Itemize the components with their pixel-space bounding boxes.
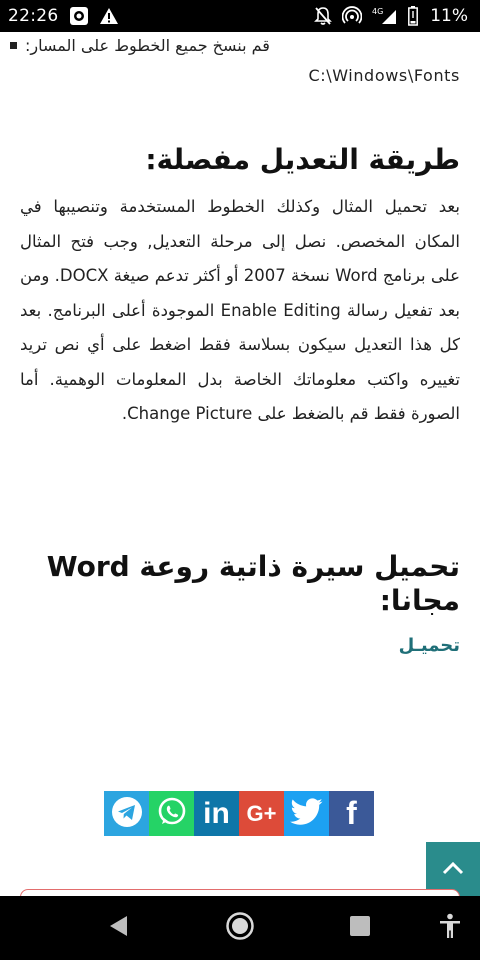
share-buttons: in G+ f: [104, 791, 374, 836]
chevron-up-icon: [442, 860, 464, 879]
bullet-icon: [10, 42, 17, 49]
bullet-text: قم بنسخ جميع الخطوط على المسار:: [25, 36, 270, 55]
recents-button[interactable]: [344, 912, 376, 944]
section-heading-editing: طريقة التعديل مفصلة:: [145, 143, 460, 176]
battery-percentage: 11%: [430, 6, 468, 26]
home-icon: [225, 911, 255, 945]
back-icon: [107, 914, 129, 942]
share-whatsapp-button[interactable]: [149, 791, 194, 836]
linkedin-icon: in: [203, 796, 230, 830]
section-heading-download: تحميل سيرة ذاتية روعة Word مجانا:: [46, 550, 460, 617]
status-bar-left: 22:26: [8, 6, 119, 26]
share-linkedin-button[interactable]: in: [194, 791, 239, 836]
mute-icon: [314, 6, 333, 26]
google-plus-icon: G+: [246, 800, 277, 826]
status-bar-right: 4G 11%: [314, 6, 468, 26]
font-path: C:\Windows\Fonts: [308, 66, 460, 85]
twitter-icon: [289, 797, 324, 831]
list-item: قم بنسخ جميع الخطوط على المسار:: [10, 34, 460, 58]
share-google-plus-button[interactable]: G+: [239, 791, 284, 836]
warning-icon: [99, 7, 119, 25]
whatsapp-icon: [155, 795, 189, 833]
accessibility-button[interactable]: [434, 912, 466, 944]
battery-icon: [408, 6, 419, 26]
screen-record-icon: [69, 6, 89, 26]
share-facebook-button[interactable]: f: [329, 791, 374, 836]
status-bar: 22:26 4G 11%: [0, 0, 480, 32]
navigation-bar: [0, 896, 480, 960]
hotspot-icon: [342, 6, 363, 26]
section-body-editing: بعد تحميل المثال وكذلك الخطوط المستخدمة …: [20, 197, 460, 423]
clock: 22:26: [8, 6, 59, 26]
partial-content-box: [20, 889, 460, 896]
facebook-icon: f: [346, 795, 357, 831]
share-telegram-button[interactable]: [104, 791, 149, 836]
scroll-to-top-button[interactable]: [426, 842, 480, 896]
share-twitter-button[interactable]: [284, 791, 329, 836]
accessibility-icon: [438, 913, 462, 943]
network-type-label: 4G: [372, 7, 383, 16]
recents-icon: [349, 915, 371, 941]
back-button[interactable]: [102, 912, 134, 944]
home-button[interactable]: [224, 912, 256, 944]
telegram-icon: [110, 795, 144, 833]
article-content: قم بنسخ جميع الخطوط على المسار: C:\Windo…: [0, 32, 480, 896]
download-link[interactable]: تحميـل: [399, 635, 460, 656]
signal-icon: 4G: [372, 6, 398, 26]
